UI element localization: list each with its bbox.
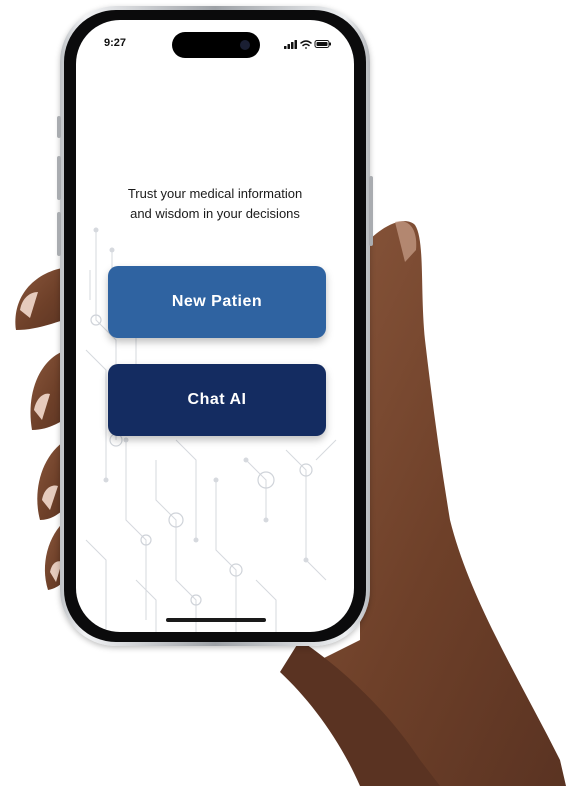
phone-frame: 9:27 Trust your medical information and … xyxy=(57,6,373,646)
headline-line-1: Trust your medical information xyxy=(127,186,303,201)
volume-down-button xyxy=(57,212,61,256)
status-icons xyxy=(284,40,331,49)
chat-ai-button[interactable]: Chat AI xyxy=(108,364,326,436)
signal-icon xyxy=(284,40,297,49)
home-indicator[interactable] xyxy=(166,618,266,622)
new-patient-button[interactable]: New Patien xyxy=(108,266,326,338)
phone-screen: 9:27 Trust your medical information and … xyxy=(76,20,354,632)
status-time: 9:27 xyxy=(104,37,127,49)
wifi-icon xyxy=(300,40,312,49)
front-camera xyxy=(240,40,250,50)
power-button xyxy=(369,176,373,246)
headline-text: Trust your medical information and wisdo… xyxy=(76,184,354,224)
device-mockup: 9:27 Trust your medical information and … xyxy=(0,0,566,786)
action-button xyxy=(57,116,61,138)
volume-up-button xyxy=(57,156,61,200)
battery-icon xyxy=(314,40,331,48)
headline-line-2: and wisdom in your decisions xyxy=(130,206,300,221)
dynamic-island xyxy=(172,32,260,58)
